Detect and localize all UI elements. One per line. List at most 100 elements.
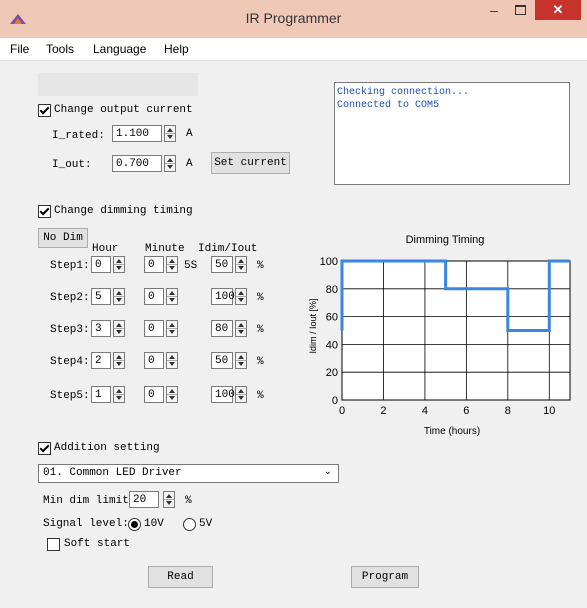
step-minute-stepper[interactable] xyxy=(166,256,178,273)
close-button[interactable]: ✕ xyxy=(535,0,581,20)
maximize-icon xyxy=(515,5,526,15)
menu-file[interactable]: File xyxy=(10,42,29,56)
i-out-label: I_out: xyxy=(52,159,92,171)
step-idim-stepper[interactable] xyxy=(235,256,247,273)
addition-setting-label: Addition setting xyxy=(54,442,160,454)
step-idim-input[interactable]: 80 xyxy=(211,320,233,337)
step-label: Step2: xyxy=(50,292,90,304)
minimize-button[interactable]: – xyxy=(481,0,507,20)
maximize-button[interactable] xyxy=(507,0,534,20)
step-unit: % xyxy=(257,292,264,304)
step-unit: % xyxy=(257,390,264,402)
step-hour-stepper[interactable] xyxy=(113,288,125,305)
y-tick-label: 80 xyxy=(326,284,338,296)
read-button[interactable]: Read xyxy=(148,566,213,588)
menu-tools[interactable]: Tools xyxy=(46,42,74,56)
min-dim-label: Min dim limit: xyxy=(43,495,136,507)
step-minute-stepper[interactable] xyxy=(166,288,178,305)
step-minute-stepper[interactable] xyxy=(166,352,178,369)
i-rated-unit: A xyxy=(186,128,193,140)
program-button[interactable]: Program xyxy=(351,566,419,588)
minute-header: Minute xyxy=(145,243,185,255)
step-idim-stepper[interactable] xyxy=(235,320,247,337)
step-hour-stepper[interactable] xyxy=(113,386,125,403)
step-minute-stepper[interactable] xyxy=(166,320,178,337)
addition-setting-checkbox[interactable] xyxy=(38,442,51,455)
status-strip xyxy=(38,73,198,96)
menu-help[interactable]: Help xyxy=(164,42,189,56)
idim-header: Idim/Iout xyxy=(198,243,258,255)
title-bar: IR Programmer – ✕ xyxy=(0,0,587,38)
step-hour-input[interactable]: 1 xyxy=(91,386,111,403)
signal-10v-label: 10V xyxy=(144,518,164,530)
step-idim-stepper[interactable] xyxy=(235,352,247,369)
i-out-unit: A xyxy=(186,158,193,170)
step-label: Step4: xyxy=(50,356,90,368)
x-axis-label: Time (hours) xyxy=(424,426,480,437)
x-tick-label: 2 xyxy=(380,405,386,417)
step-idim-stepper[interactable] xyxy=(235,288,247,305)
step-label: Step3: xyxy=(50,324,90,336)
step-minute-stepper[interactable] xyxy=(166,386,178,403)
driver-type-select[interactable]: 01. Common LED Driver ⌄ xyxy=(38,464,339,483)
y-tick-label: 60 xyxy=(326,312,338,324)
signal-10v-radio[interactable] xyxy=(128,518,141,531)
signal-5v-label: 5V xyxy=(199,518,213,530)
x-tick-label: 8 xyxy=(505,405,511,417)
menu-language[interactable]: Language xyxy=(93,42,146,56)
step-hour-input[interactable]: 0 xyxy=(91,256,111,273)
driver-type-value: 01. Common LED Driver xyxy=(43,467,182,479)
min-dim-stepper[interactable] xyxy=(163,491,175,508)
log-line: Connected to COM5 xyxy=(337,100,440,111)
step-minute-input[interactable]: 0 xyxy=(144,288,164,305)
change-dimming-timing-label: Change dimming timing xyxy=(54,205,193,217)
step-hour-input[interactable]: 3 xyxy=(91,320,111,337)
change-output-current-label: Change output current xyxy=(54,104,193,116)
min-dim-input[interactable]: 20 xyxy=(129,491,159,508)
min-dim-unit: % xyxy=(185,495,192,507)
step-hour-input[interactable]: 2 xyxy=(91,352,111,369)
signal-5v-radio[interactable] xyxy=(183,518,196,531)
x-tick-label: 10 xyxy=(543,405,555,417)
log-output: Checking connection... Connected to COM5 xyxy=(334,82,570,185)
step-idim-stepper[interactable] xyxy=(235,386,247,403)
step-idim-input[interactable]: 100 xyxy=(211,288,235,305)
y-tick-label: 40 xyxy=(326,339,338,351)
step-idim-input[interactable]: 50 xyxy=(211,256,233,273)
step-idim-input[interactable]: 50 xyxy=(211,352,233,369)
step-minute-input[interactable]: 0 xyxy=(144,386,164,403)
i-out-input[interactable]: 0.700 xyxy=(112,155,162,172)
menu-bar: File Tools Language Help xyxy=(0,38,587,61)
step-hour-input[interactable]: 5 xyxy=(91,288,111,305)
step-minute-input[interactable]: 0 xyxy=(144,256,164,273)
step-unit: % xyxy=(257,356,264,368)
step-label: Step1: xyxy=(50,260,90,272)
step-label: Step5: xyxy=(50,390,90,402)
i-out-stepper[interactable] xyxy=(164,155,176,172)
chevron-down-icon: ⌄ xyxy=(323,466,332,477)
soft-start-checkbox[interactable] xyxy=(47,538,60,551)
i-rated-label: I_rated: xyxy=(52,130,105,142)
i-rated-input[interactable]: 1.100 xyxy=(112,125,162,142)
change-dimming-timing-checkbox[interactable] xyxy=(38,205,51,218)
step-extra-label: 5S xyxy=(184,260,198,272)
step-hour-stepper[interactable] xyxy=(113,256,125,273)
hour-header: Hour xyxy=(92,243,119,255)
step-unit: % xyxy=(257,260,264,272)
step-hour-stepper[interactable] xyxy=(113,352,125,369)
y-axis-label: Idim / Iout [%] xyxy=(308,298,318,353)
dimming-timing-chart: Idim / Iout [%] Time (hours) 0 2 4 6 8 100204… xyxy=(308,256,571,437)
set-current-button[interactable]: Set current xyxy=(211,152,290,174)
x-tick-label: 4 xyxy=(422,405,428,417)
step-hour-stepper[interactable] xyxy=(113,320,125,337)
step-minute-input[interactable]: 0 xyxy=(144,352,164,369)
chart-title: Dimming Timing xyxy=(405,234,485,246)
y-tick-label: 100 xyxy=(320,256,338,268)
step-idim-input[interactable]: 100 xyxy=(211,386,235,403)
i-rated-stepper[interactable] xyxy=(164,125,176,142)
change-output-current-checkbox[interactable] xyxy=(38,104,51,117)
no-dim-button[interactable]: No Dim xyxy=(38,228,88,248)
x-tick-label: 0 xyxy=(339,405,345,417)
signal-level-label: Signal level: xyxy=(43,518,129,530)
step-minute-input[interactable]: 0 xyxy=(144,320,164,337)
